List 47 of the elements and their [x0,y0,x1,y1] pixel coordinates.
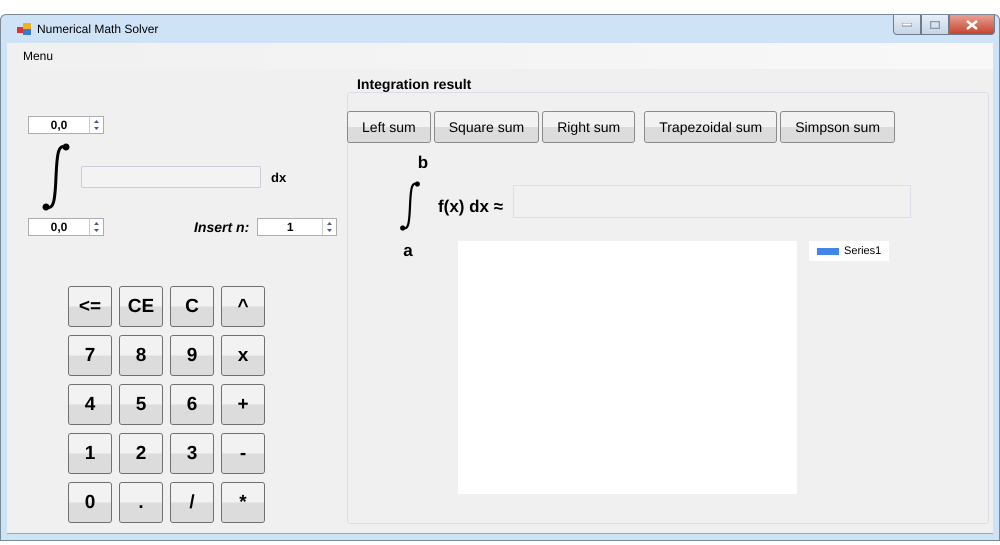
group-title: Integration result [357,76,472,92]
key-button[interactable]: 3 [170,433,214,474]
menu-item[interactable]: Menu [13,47,64,65]
upper-bound-label: b [418,153,428,171]
window-title: Numerical Math Solver [37,22,158,36]
key-button[interactable]: 0 [68,482,112,523]
key-button[interactable]: * [221,482,265,523]
method-button[interactable]: Square sum [434,111,540,143]
key-button[interactable]: . [119,482,163,523]
legend-swatch-icon [817,248,839,254]
key-button[interactable]: x [221,335,265,376]
minimize-button[interactable] [893,15,921,35]
app-icon [17,23,31,35]
method-button[interactable]: Right sum [542,111,636,143]
legend-label: Series1 [844,245,882,257]
minimize-icon [902,22,912,26]
close-button[interactable] [949,15,995,35]
key-button[interactable]: / [170,482,214,523]
maximize-icon [930,20,940,28]
close-icon [966,20,978,30]
key-button[interactable]: 5 [119,384,163,425]
key-button[interactable]: 2 [119,433,163,474]
key-button[interactable]: 8 [119,335,163,376]
key-button[interactable]: 1 [68,433,112,474]
key-button[interactable]: 6 [170,384,214,425]
maximize-button[interactable] [921,15,949,35]
expression-label: f(x) dx ≈ [438,197,504,217]
key-button[interactable]: 4 [68,384,112,425]
key-button[interactable]: ^ [221,286,265,327]
key-button[interactable]: - [221,433,265,474]
n-label: Insert n: [194,219,250,235]
lower-limit-spinbox[interactable]: 0,0 [28,218,104,236]
key-button[interactable]: 9 [170,335,214,376]
n-spinbox[interactable]: 1 [257,218,338,236]
key-button[interactable]: C [170,286,214,327]
key-button[interactable]: 7 [68,335,112,376]
method-button[interactable]: Trapezoidal sum [644,111,778,143]
integral-icon [41,142,71,212]
dx-label: dx [271,170,286,184]
key-button[interactable]: + [221,384,265,425]
method-button[interactable]: Left sum [347,111,431,143]
upper-limit-spinbox[interactable]: 0,0 [28,116,104,134]
key-button[interactable]: <= [68,286,112,327]
lower-bound-label: a [403,241,413,261]
function-field[interactable] [81,166,261,188]
method-button[interactable]: Simpson sum [780,111,896,143]
key-button[interactable]: CE [119,286,163,327]
